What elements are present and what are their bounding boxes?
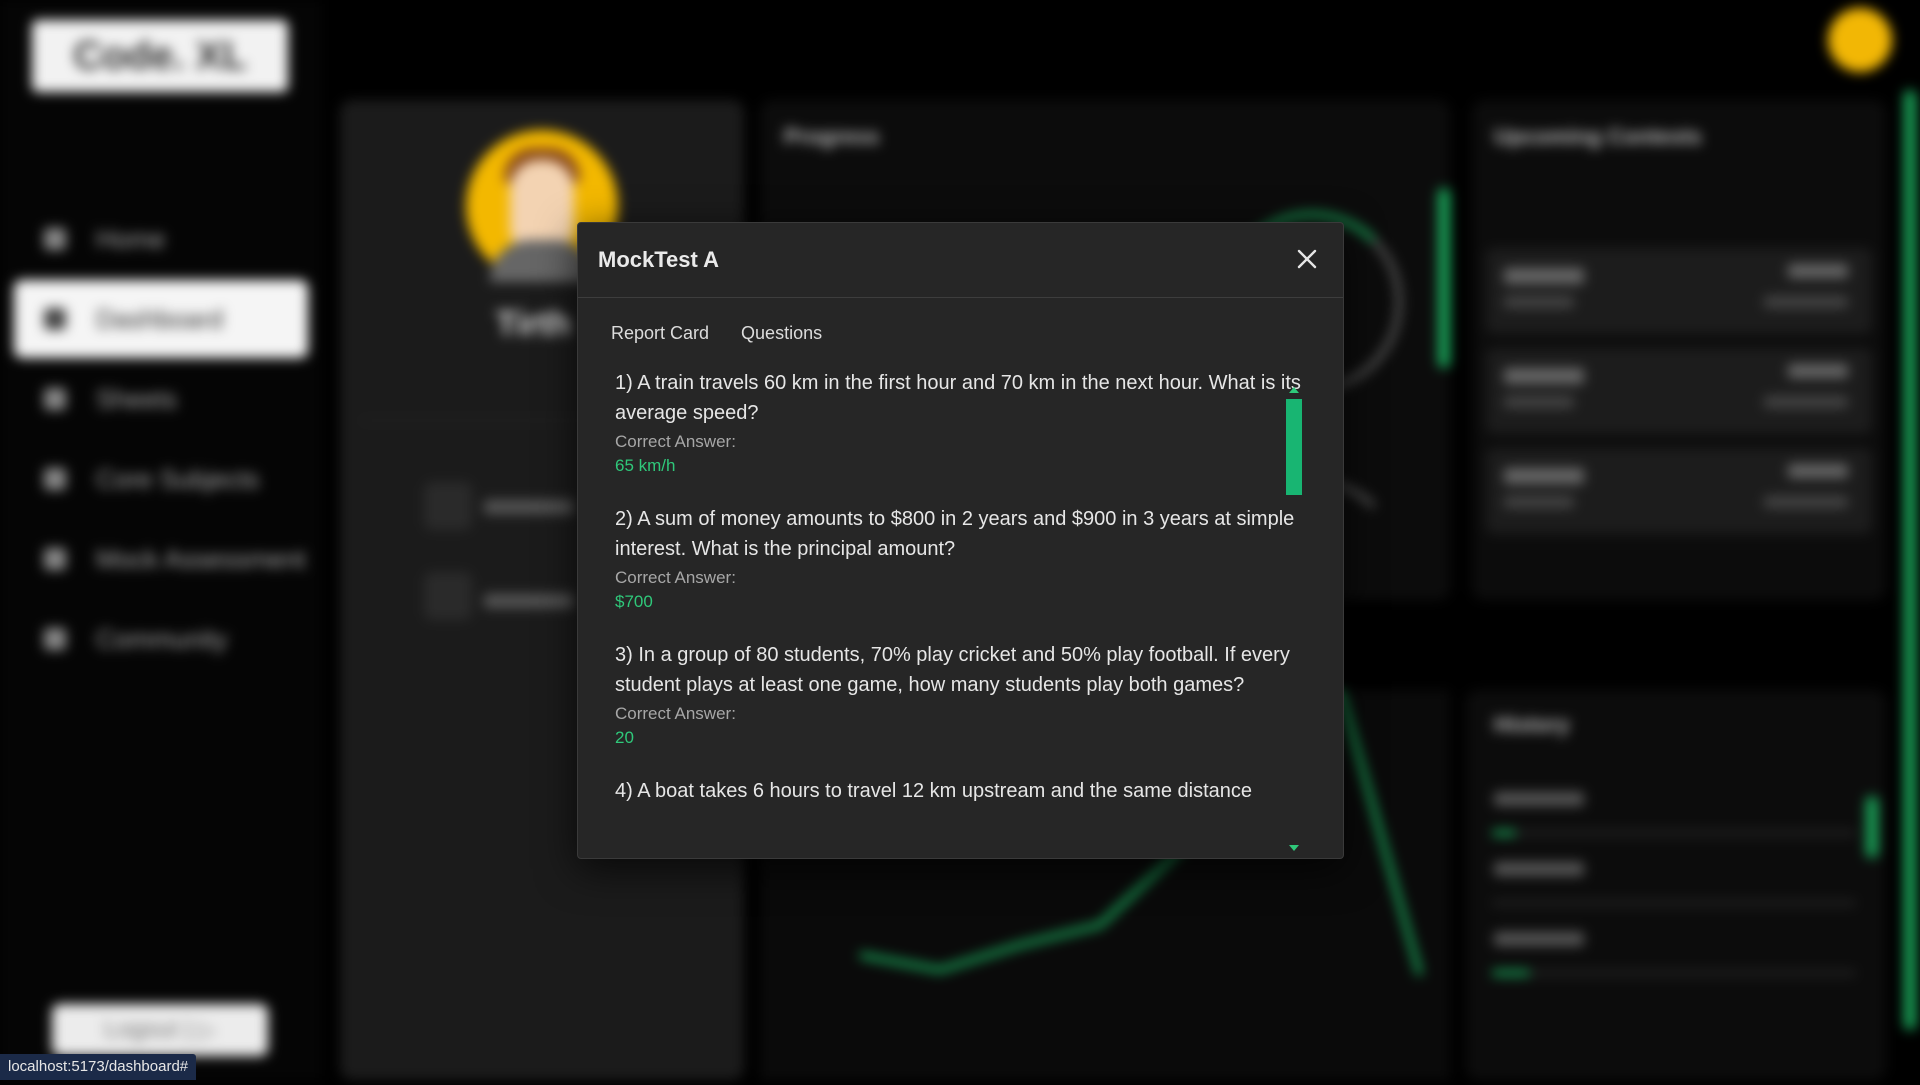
avatar-face: [510, 160, 574, 250]
close-icon: [1297, 249, 1317, 269]
scroll-down-icon[interactable]: [1289, 845, 1299, 851]
app-logo[interactable]: Code. XL: [32, 20, 288, 92]
history-card: [1466, 690, 1886, 1080]
history-label: [1494, 932, 1584, 946]
history-label: [1494, 792, 1584, 806]
correct-answer-label: Correct Answer:: [615, 704, 736, 723]
question-item: 2) A sum of money amounts to $800 in 2 y…: [615, 504, 1305, 614]
sidebar-item-label: Core Subjects: [96, 463, 260, 494]
history-label: [1494, 862, 1584, 876]
question-item: 4) A boat takes 6 hours to travel 12 km …: [615, 776, 1305, 806]
scrollbar-thumb[interactable]: [1286, 399, 1302, 495]
page-scrollbar[interactable]: [1904, 90, 1916, 1030]
history-progress: [1492, 830, 1856, 836]
sidebar-item-label: Home: [96, 223, 166, 254]
question-text: 1) A train travels 60 km in the first ho…: [615, 372, 1301, 424]
logout-button[interactable]: Logout | ▷: [52, 1004, 268, 1056]
sidebar-item-dashboard[interactable]: Dashboard: [14, 280, 308, 358]
sidebar-item-sheets[interactable]: Sheets: [14, 360, 308, 438]
progress-scrollbar[interactable]: [1438, 188, 1450, 368]
avatar[interactable]: [1828, 8, 1892, 72]
profile-name: Tirth: [496, 305, 571, 343]
sidebar-item-label: Dashboard: [96, 303, 224, 334]
sidebar-item-mock-assessment[interactable]: Mock Assessment: [14, 520, 308, 598]
college-text: [484, 500, 574, 514]
close-button[interactable]: [1289, 241, 1325, 277]
dashboard-icon: [44, 308, 66, 330]
location-icon: [424, 572, 472, 620]
history-progress: [1492, 900, 1856, 906]
modal-tabs: Report Card Questions: [611, 323, 822, 344]
correct-answer-label: Correct Answer:: [615, 432, 736, 451]
sidebar-item-core-subjects[interactable]: Core Subjects: [14, 440, 308, 518]
question-item: 1) A train travels 60 km in the first ho…: [615, 368, 1305, 478]
modal-header: MockTest A: [578, 223, 1343, 298]
questions-list[interactable]: 1) A train travels 60 km in the first ho…: [615, 368, 1305, 858]
tab-questions[interactable]: Questions: [741, 323, 822, 344]
tab-report-card[interactable]: Report Card: [611, 323, 709, 344]
correct-answer-value: 65 km/h: [615, 456, 676, 475]
history-title: History: [1494, 712, 1570, 737]
book-icon: [44, 468, 66, 490]
mocktest-modal: MockTest A Report Card Questions 1) A tr…: [577, 222, 1344, 859]
scroll-up-icon[interactable]: [1289, 387, 1299, 393]
correct-answer-value: $700: [615, 592, 653, 611]
sidebar-item-home[interactable]: Home: [14, 200, 308, 278]
correct-answer-label: Correct Answer:: [615, 568, 736, 587]
sidebar-item-label: Sheets: [96, 383, 177, 414]
question-item: 3) In a group of 80 students, 70% play c…: [615, 640, 1305, 750]
contest-card[interactable]: [1486, 448, 1872, 534]
college-icon: [424, 482, 472, 530]
history-progress: [1492, 970, 1856, 976]
modal-scrollbar[interactable]: [1285, 387, 1303, 852]
modal-title: MockTest A: [598, 247, 720, 272]
status-bar-url: localhost:5173/dashboard#: [0, 1054, 197, 1080]
sidebar-item-community[interactable]: Community: [14, 600, 308, 678]
sidebar-item-label: Community: [96, 623, 228, 654]
upcoming-contests-title: Upcoming Contests: [1494, 124, 1702, 149]
contest-card[interactable]: [1486, 348, 1872, 434]
history-scrollbar[interactable]: [1866, 796, 1878, 858]
contest-card[interactable]: [1486, 248, 1872, 334]
correct-answer-value: 20: [615, 728, 634, 747]
question-text: 2) A sum of money amounts to $800 in 2 y…: [615, 508, 1295, 560]
sidebar-nav: Home Dashboard Sheets Core Subjects Mock…: [14, 200, 308, 680]
question-text: 3) In a group of 80 students, 70% play c…: [615, 644, 1290, 696]
sheets-icon: [44, 388, 66, 410]
logout-label: Logout: [104, 1016, 178, 1043]
sidebar-item-label: Mock Assessment: [96, 543, 306, 574]
assessment-icon: [44, 548, 66, 570]
logout-icon: ▷: [197, 1016, 216, 1044]
home-icon: [44, 228, 66, 250]
location-text: [484, 594, 574, 608]
sidebar: Code. XL Home Dashboard Sheets Core Subj…: [0, 0, 322, 1080]
progress-title: Progress: [784, 124, 880, 149]
question-text: 4) A boat takes 6 hours to travel 12 km …: [615, 780, 1253, 802]
community-icon: [44, 628, 66, 650]
